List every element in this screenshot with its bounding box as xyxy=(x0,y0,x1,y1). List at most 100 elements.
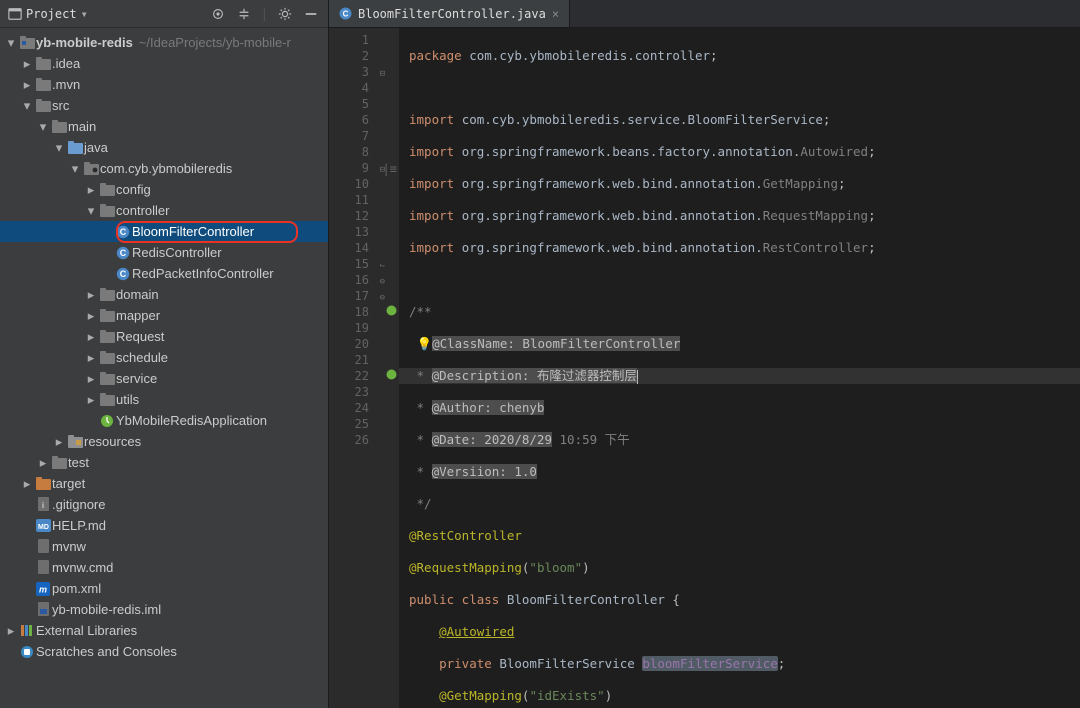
bulb-icon[interactable]: 💡 xyxy=(417,336,433,351)
tree-file-iml[interactable]: yb-mobile-redis.iml xyxy=(0,599,328,620)
select-opened-file-icon[interactable] xyxy=(209,5,227,23)
tree-package-schedule[interactable]: ▸schedule xyxy=(0,347,328,368)
project-panel-title[interactable]: Project ▾ xyxy=(8,7,88,21)
line-number: 24 xyxy=(329,400,399,416)
editor-tabs: C BloomFilterController.java × xyxy=(329,0,1080,28)
package-icon xyxy=(98,351,116,364)
java-class-icon: C xyxy=(114,246,132,260)
gear-icon[interactable] xyxy=(276,5,294,23)
tree-folder-src[interactable]: ▾src xyxy=(0,95,328,116)
tree-item-label: .idea xyxy=(52,54,80,74)
tree-package-service[interactable]: ▸ service xyxy=(0,368,328,389)
chevron-right-icon[interactable]: ▸ xyxy=(84,180,98,200)
tree-file-application[interactable]: YbMobileRedisApplication xyxy=(0,410,328,431)
gutter-mark-icon[interactable] xyxy=(386,305,397,316)
tree-folder-idea[interactable]: ▸ .idea xyxy=(0,53,328,74)
tree-folder-resources[interactable]: ▸ resources xyxy=(0,431,328,452)
hide-icon[interactable] xyxy=(302,5,320,23)
tree-root[interactable]: ▾ yb-mobile-redis ~/IdeaProjects/yb-mobi… xyxy=(0,32,328,53)
tree-item-label: com.cyb.ybmobileredis xyxy=(100,159,232,179)
chevron-right-icon[interactable]: ▸ xyxy=(20,474,34,494)
tree-file-redpacketinfocontroller[interactable]: CRedPacketInfoController xyxy=(0,263,328,284)
chevron-right-icon[interactable]: ▸ xyxy=(52,432,66,452)
tree-item-label: RedPacketInfoController xyxy=(132,264,274,284)
chevron-down-icon[interactable]: ▾ xyxy=(20,96,34,116)
tree-folder-java[interactable]: ▾java xyxy=(0,137,328,158)
chevron-right-icon[interactable]: ▸ xyxy=(20,75,34,95)
chevron-right-icon[interactable]: ▸ xyxy=(84,369,98,389)
tree-package-base[interactable]: ▾ com.cyb.ybmobileredis xyxy=(0,158,328,179)
tree-file-rediscontroller[interactable]: CRedisController xyxy=(0,242,328,263)
project-tree[interactable]: ▾ yb-mobile-redis ~/IdeaProjects/yb-mobi… xyxy=(0,28,328,672)
tree-file-gitignore[interactable]: i.gitignore xyxy=(0,494,328,515)
chevron-down-icon[interactable]: ▾ xyxy=(52,138,66,158)
excluded-folder-icon xyxy=(34,477,52,490)
chevron-right-icon[interactable]: ▸ xyxy=(84,390,98,410)
chevron-right-icon[interactable]: ▸ xyxy=(84,306,98,326)
line-number: 5 xyxy=(329,96,399,112)
code-content[interactable]: package com.cyb.ybmobileredis.controller… xyxy=(399,28,1080,708)
gutter-mark-icon[interactable] xyxy=(386,369,397,380)
project-title-text: Project xyxy=(26,7,77,21)
chevron-down-icon[interactable]: ▾ xyxy=(84,201,98,221)
chevron-down-icon[interactable]: ▾ xyxy=(68,159,82,179)
chevron-right-icon[interactable]: ▸ xyxy=(84,285,98,305)
chevron-right-icon[interactable]: ▸ xyxy=(20,54,34,74)
tree-package-controller[interactable]: ▾controller xyxy=(0,200,328,221)
module-folder-icon xyxy=(18,36,36,49)
tree-item-label: yb-mobile-redis.iml xyxy=(52,600,161,620)
tree-package-request[interactable]: ▸Request xyxy=(0,326,328,347)
java-class-icon: C xyxy=(339,7,352,20)
collapse-all-icon[interactable] xyxy=(235,5,253,23)
gitignore-icon: i xyxy=(34,497,52,512)
tree-item-label: BloomFilterController xyxy=(132,222,254,242)
tree-folder-test[interactable]: ▸ test xyxy=(0,452,328,473)
tree-item-label: .gitignore xyxy=(52,495,105,515)
chevron-right-icon[interactable]: ▸ xyxy=(84,327,98,347)
tree-item-label: service xyxy=(116,369,157,389)
chevron-down-icon[interactable]: ▾ xyxy=(36,117,50,137)
tab-filename: BloomFilterController.java xyxy=(358,7,546,21)
tree-scratches[interactable]: Scratches and Consoles xyxy=(0,641,328,662)
package-icon xyxy=(98,183,116,196)
tree-item-label: External Libraries xyxy=(36,621,137,641)
tree-package-domain[interactable]: ▸domain xyxy=(0,284,328,305)
line-number: 23 xyxy=(329,384,399,400)
line-number: 18 xyxy=(329,304,399,320)
chevron-right-icon[interactable]: ▸ xyxy=(36,453,50,473)
code-editor[interactable]: 123⊟456789⊟|≡101112131415⌙16⊖17⊖18192021… xyxy=(329,28,1080,708)
tree-folder-target[interactable]: ▸target xyxy=(0,473,328,494)
tree-file-mvnwcmd[interactable]: mvnw.cmd xyxy=(0,557,328,578)
tree-file-pomxml[interactable]: mpom.xml xyxy=(0,578,328,599)
folder-icon xyxy=(34,99,52,112)
line-number: 9⊟|≡ xyxy=(329,160,399,176)
close-icon[interactable]: × xyxy=(552,7,559,21)
tree-file-helpmd[interactable]: MDHELP.md xyxy=(0,515,328,536)
tree-package-config[interactable]: ▸config xyxy=(0,179,328,200)
tree-item-label: HELP.md xyxy=(52,516,106,536)
tree-package-utils[interactable]: ▸ utils xyxy=(0,389,328,410)
tree-item-label: utils xyxy=(116,390,139,410)
svg-text:MD: MD xyxy=(38,524,49,531)
tree-item-label: test xyxy=(68,453,89,473)
tree-item-label: yb-mobile-redis xyxy=(36,33,133,53)
editor-tab-active[interactable]: C BloomFilterController.java × xyxy=(329,0,570,27)
chevron-right-icon[interactable]: ▸ xyxy=(84,348,98,368)
tree-item-label: resources xyxy=(84,432,141,452)
line-number: 4 xyxy=(329,80,399,96)
line-number: 6 xyxy=(329,112,399,128)
tree-package-mapper[interactable]: ▸mapper xyxy=(0,305,328,326)
chevron-right-icon[interactable]: ▸ xyxy=(4,621,18,641)
tree-file-mvnw[interactable]: mvnw xyxy=(0,536,328,557)
tree-folder-mvn[interactable]: ▸.mvn xyxy=(0,74,328,95)
line-number: 7 xyxy=(329,128,399,144)
markdown-icon: MD xyxy=(34,519,52,532)
tree-external-libraries[interactable]: ▸ External Libraries xyxy=(0,620,328,641)
tree-file-bloomfiltercontroller[interactable]: CBloomFilterController xyxy=(0,221,328,242)
gutter-mark-icon[interactable]: |≡ xyxy=(383,161,397,177)
line-number: 13 xyxy=(329,224,399,240)
line-number: 2 xyxy=(329,48,399,64)
tree-folder-main[interactable]: ▾main xyxy=(0,116,328,137)
chevron-down-icon[interactable]: ▾ xyxy=(4,33,18,53)
java-class-icon: C xyxy=(114,267,132,281)
